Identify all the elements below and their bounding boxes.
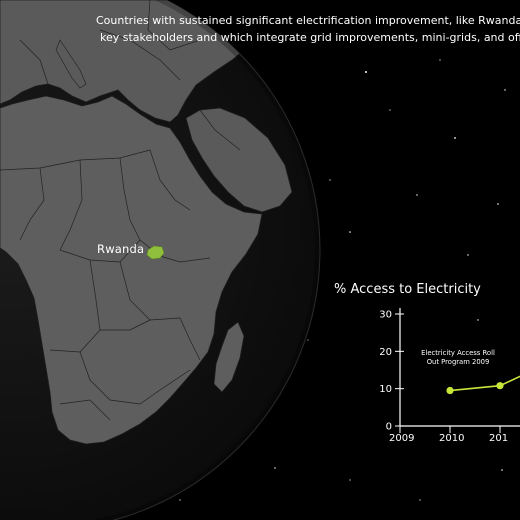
data-point bbox=[446, 386, 454, 395]
annotation-line-2: Out Program 2009 bbox=[426, 358, 490, 366]
x-tick-label: 2010 bbox=[439, 433, 464, 444]
y-tick-label: 0 bbox=[386, 422, 392, 433]
caption-line-1: Countries with sustained significant ele… bbox=[96, 14, 520, 27]
annotation-line-1: Electricity Access Roll bbox=[421, 349, 495, 357]
globe bbox=[0, 0, 325, 520]
x-tick-label: 2009 bbox=[389, 433, 414, 444]
caption-line-2: key stakeholders and which integrate gri… bbox=[100, 31, 520, 44]
rwanda-label: Rwanda bbox=[97, 242, 145, 256]
chart-annotation: Electricity Access Roll Out Program 2009 bbox=[408, 349, 508, 367]
y-tick-label: 10 bbox=[379, 384, 392, 395]
chart-title: % Access to Electricity bbox=[334, 282, 481, 297]
access-chart: 0 10 20 30 2009 2010 201 bbox=[379, 308, 520, 444]
y-tick-label: 30 bbox=[379, 310, 392, 321]
x-tick-label: 201 bbox=[489, 433, 508, 444]
caption: Countries with sustained significant ele… bbox=[96, 12, 520, 46]
data-point bbox=[496, 382, 504, 390]
y-tick-label: 20 bbox=[379, 347, 392, 358]
map-scene: Countries with sustained significant ele… bbox=[0, 0, 520, 520]
